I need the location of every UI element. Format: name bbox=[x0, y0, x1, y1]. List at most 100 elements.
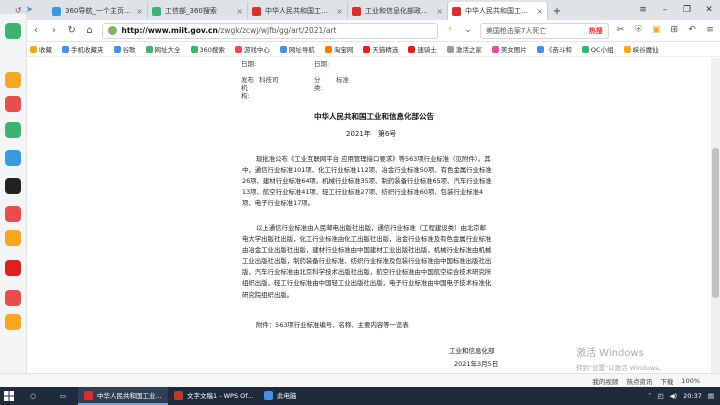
bookmark-item[interactable]: QC小组 bbox=[581, 44, 614, 54]
tab-miit-active[interactable]: 中华人民共和国工业和 × bbox=[448, 2, 548, 20]
vertical-scrollbar[interactable] bbox=[711, 58, 720, 387]
volume-icon[interactable]: ◀) bbox=[670, 392, 678, 400]
star-icon bbox=[30, 45, 37, 53]
bookmarks-bar: 收藏 手机收藏夹 谷歌 网址大全 360搜索 游戏中心 网址导航 淘宝网 天猫精选 速骑士 激活之家… bbox=[0, 42, 720, 57]
bookmark-item[interactable]: 《奋斗和 bbox=[536, 44, 572, 54]
bookmark-icon bbox=[536, 45, 544, 53]
bookmark-item[interactable]: 网址导航 bbox=[279, 44, 315, 54]
apps-icon[interactable]: ⊞ bbox=[668, 25, 680, 37]
tab-360nav[interactable]: 360导航_一个主页，整 × bbox=[48, 2, 148, 20]
paragraph-1: 现批准公布《工业互联网平台 应用管理接口要求》等563项行业标准（见附件）。其中… bbox=[242, 155, 492, 208]
bookmark-icon bbox=[279, 45, 287, 53]
close-icon[interactable]: × bbox=[336, 7, 343, 16]
attachment-line[interactable]: 附件：563项行业标准编号、名称、主要内容等一览表 bbox=[242, 320, 492, 331]
my-video-link[interactable]: 我的视频 bbox=[592, 376, 618, 386]
bookmark-icon bbox=[113, 45, 121, 53]
site-icon bbox=[107, 26, 117, 35]
close-icon[interactable]: × bbox=[236, 7, 243, 16]
bookmark-item[interactable]: 美女图片 bbox=[491, 44, 527, 54]
close-icon[interactable]: × bbox=[536, 7, 543, 16]
url-domain: http://www.miit.gov.cn bbox=[121, 26, 218, 35]
bookmark-item[interactable]: 激活之家 bbox=[446, 44, 482, 54]
search-input[interactable]: 美国枪击案7人死亡 热搜 bbox=[479, 22, 609, 39]
bookmark-item[interactable]: 速骑士 bbox=[408, 44, 437, 54]
bookmark-item[interactable]: 谷歌 bbox=[113, 44, 136, 54]
bookmark-item[interactable]: 手机收藏夹 bbox=[62, 44, 104, 54]
bookmark-icon bbox=[491, 45, 499, 53]
bookmark-icon bbox=[623, 45, 631, 53]
bookmark-icon bbox=[363, 45, 371, 53]
doc-number: 2021年 第6号 bbox=[346, 130, 397, 138]
taskbar-search-icon[interactable]: ○ bbox=[18, 387, 48, 405]
status-bar: 我的视频 热点资讯 下载 100% bbox=[0, 373, 720, 387]
bookmark-item[interactable]: 淘宝网 bbox=[324, 44, 353, 54]
bookmark-item[interactable]: 游戏中心 bbox=[234, 44, 270, 54]
bookmark-item[interactable]: 360搜索 bbox=[190, 44, 225, 54]
tab-search[interactable]: 工信部_360搜索 × bbox=[148, 2, 248, 20]
browser-e-icon[interactable] bbox=[5, 23, 21, 39]
doc-title: 中华人民共和国工业和信息化部公告 bbox=[314, 112, 434, 121]
maximize-icon[interactable]: ❐ bbox=[676, 5, 698, 15]
system-tray: ˄ ◰ ◀) 20:37 ▤ bbox=[648, 392, 720, 400]
mail-icon[interactable] bbox=[5, 122, 21, 138]
close-window-icon[interactable]: ✕ bbox=[698, 5, 720, 15]
taskbar-app-wps[interactable]: 文字文稿1 - WPS Of... bbox=[168, 387, 258, 405]
hot-news-link[interactable]: 热点资讯 bbox=[626, 376, 652, 386]
p-app-icon[interactable] bbox=[5, 150, 21, 166]
news-icon[interactable] bbox=[5, 178, 21, 194]
star-icon[interactable] bbox=[5, 72, 21, 88]
notification-icon[interactable]: ▤ bbox=[708, 392, 714, 400]
taskbar-app-thispc[interactable]: 此电脑 bbox=[258, 387, 348, 405]
network-icon[interactable]: ◰ bbox=[657, 392, 663, 400]
signing-org: 工业和信息化部 bbox=[449, 347, 495, 355]
dropdown-icon[interactable]: ⌄ bbox=[462, 25, 474, 37]
weibo-icon[interactable] bbox=[5, 96, 21, 112]
extension-icon[interactable]: ▣ bbox=[650, 25, 662, 37]
app2-icon[interactable] bbox=[5, 314, 21, 330]
face-icon[interactable] bbox=[5, 230, 21, 246]
menu-more-icon[interactable]: ≡ bbox=[704, 25, 716, 37]
game-icon[interactable] bbox=[5, 206, 21, 222]
shield-icon[interactable]: ⛨ bbox=[633, 25, 645, 37]
url-path: /zwgk/zcwj/wjfb/gg/art/2021/art bbox=[217, 26, 337, 35]
home-icon[interactable]: ⌂ bbox=[84, 25, 96, 36]
computer-app-icon bbox=[264, 390, 273, 400]
zoom-level[interactable]: 100% bbox=[681, 377, 700, 385]
url-input[interactable]: http://www.miit.gov.cn /zwgk/zcwj/wjfb/g… bbox=[101, 22, 439, 39]
tray-up-arrow-icon[interactable]: ˄ bbox=[648, 392, 651, 400]
scroll-thumb[interactable] bbox=[712, 148, 719, 298]
bookmark-icon bbox=[581, 45, 589, 53]
live-icon[interactable] bbox=[5, 260, 21, 276]
clock[interactable]: 20:37 bbox=[683, 392, 702, 400]
tab-miit-1[interactable]: 中华人民共和国工业和 × bbox=[248, 2, 348, 20]
meta-date-right: 日期: bbox=[314, 60, 330, 68]
bookmark-icon bbox=[234, 45, 242, 53]
menu-icon[interactable]: ≡ bbox=[632, 5, 654, 15]
miit-icon bbox=[352, 6, 361, 16]
search-site-icon bbox=[152, 6, 161, 16]
bookmark-item[interactable]: 网址大全 bbox=[145, 44, 181, 54]
task-view-icon[interactable]: ▭ bbox=[48, 387, 78, 405]
close-icon[interactable]: × bbox=[436, 7, 443, 16]
minimize-icon[interactable]: – bbox=[654, 5, 676, 15]
windows-start-icon[interactable] bbox=[0, 387, 18, 405]
signing-date: 2021年3月5日 bbox=[454, 360, 499, 368]
lightning-icon[interactable]: ⚡ bbox=[444, 25, 456, 37]
window-controls: ≡ – ❐ ✕ bbox=[632, 0, 720, 20]
tab-miit-2[interactable]: 工业和信息化部政策文 × bbox=[348, 2, 448, 20]
bookmark-item[interactable]: 收藏 bbox=[30, 44, 52, 54]
forward-icon[interactable]: › bbox=[48, 25, 60, 36]
bookmark-item[interactable]: 天猫精选 bbox=[363, 44, 398, 54]
app-icon[interactable] bbox=[5, 290, 21, 306]
refresh-icon[interactable]: ↻ bbox=[66, 25, 78, 36]
taskbar-app-browser[interactable]: 中华人民共和国工业... bbox=[78, 387, 168, 405]
undo-icon[interactable]: ↶ bbox=[686, 25, 698, 37]
bookmark-icon bbox=[408, 45, 416, 53]
download-link[interactable]: 下载 bbox=[660, 376, 673, 386]
scissors-icon[interactable]: ✂ bbox=[615, 25, 627, 37]
back-icon[interactable]: ‹ bbox=[30, 25, 42, 36]
new-tab-button[interactable]: + bbox=[548, 2, 566, 20]
bookmark-item[interactable]: 峡谷魔仙 bbox=[623, 44, 659, 54]
close-icon[interactable]: × bbox=[136, 7, 143, 16]
paragraph-2: 以上通信行业标准由人民邮电出版社出版，通信行业标准（工程建设类）由北京邮电大学出… bbox=[242, 224, 492, 299]
